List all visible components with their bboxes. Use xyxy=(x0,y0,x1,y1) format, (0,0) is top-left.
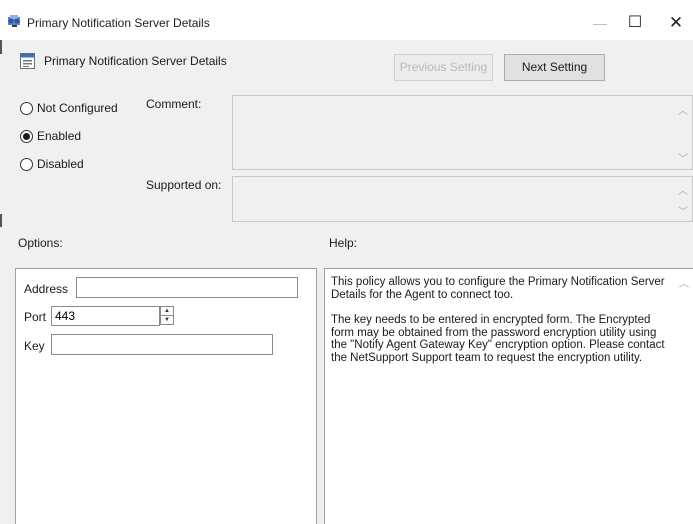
title-bar[interactable]: Primary Notification Server Details — ☐ … xyxy=(0,0,693,40)
window-edge xyxy=(0,214,2,227)
supported-on-field[interactable]: ︿ ﹀ xyxy=(232,176,693,222)
key-input[interactable] xyxy=(51,334,273,355)
help-label: Help: xyxy=(329,236,358,250)
scroll-down-arrow-icon[interactable]: ﹀ xyxy=(678,150,688,165)
policy-window-icon xyxy=(8,15,20,27)
minimize-button[interactable]: — xyxy=(580,8,620,38)
scroll-down-arrow-icon[interactable]: ﹀ xyxy=(678,203,688,218)
radio-label: Disabled xyxy=(37,157,84,171)
scroll-up-arrow-icon[interactable]: ︿ xyxy=(678,102,688,117)
port-label: Port xyxy=(24,310,47,324)
window-edge xyxy=(0,40,2,54)
next-setting-button[interactable]: Next Setting xyxy=(504,54,605,81)
options-label: Options: xyxy=(18,236,63,250)
scroll-up-arrow-icon[interactable]: ︿ xyxy=(679,275,689,290)
comment-field[interactable]: ︿ ﹀ xyxy=(232,95,693,170)
help-text: This policy allows you to configure the … xyxy=(331,276,673,377)
help-paragraph: This policy allows you to configure the … xyxy=(331,276,665,301)
address-input[interactable] xyxy=(76,277,298,298)
options-panel: Address Port ▲ ▼ Key xyxy=(15,268,317,524)
radio-circle[interactable] xyxy=(20,102,33,115)
maximize-button[interactable]: ☐ xyxy=(615,8,655,38)
help-paragraph: The key needs to be entered in encrypted… xyxy=(331,314,665,364)
window-title: Primary Notification Server Details xyxy=(27,16,210,30)
scroll-up-arrow-icon[interactable]: ︿ xyxy=(678,182,688,197)
stepper-up-icon[interactable]: ▲ xyxy=(160,306,174,316)
port-stepper[interactable]: ▲ ▼ xyxy=(160,306,174,326)
stepper-down-icon[interactable]: ▼ xyxy=(160,316,174,325)
close-button[interactable]: ✕ xyxy=(656,8,693,38)
radio-label: Enabled xyxy=(37,129,82,143)
help-panel: This policy allows you to configure the … xyxy=(324,268,693,524)
address-label: Address xyxy=(24,282,69,296)
comment-label: Comment: xyxy=(146,97,202,111)
policy-setting-icon xyxy=(20,53,35,69)
policy-title: Primary Notification Server Details xyxy=(44,54,227,68)
key-label: Key xyxy=(24,339,45,353)
radio-circle[interactable] xyxy=(20,158,33,171)
previous-setting-button[interactable]: Previous Setting xyxy=(394,54,493,81)
radio-label: Not Configured xyxy=(37,101,118,115)
supported-on-label: Supported on: xyxy=(146,178,222,192)
port-input[interactable] xyxy=(51,306,160,326)
radio-circle-selected[interactable] xyxy=(20,130,33,143)
